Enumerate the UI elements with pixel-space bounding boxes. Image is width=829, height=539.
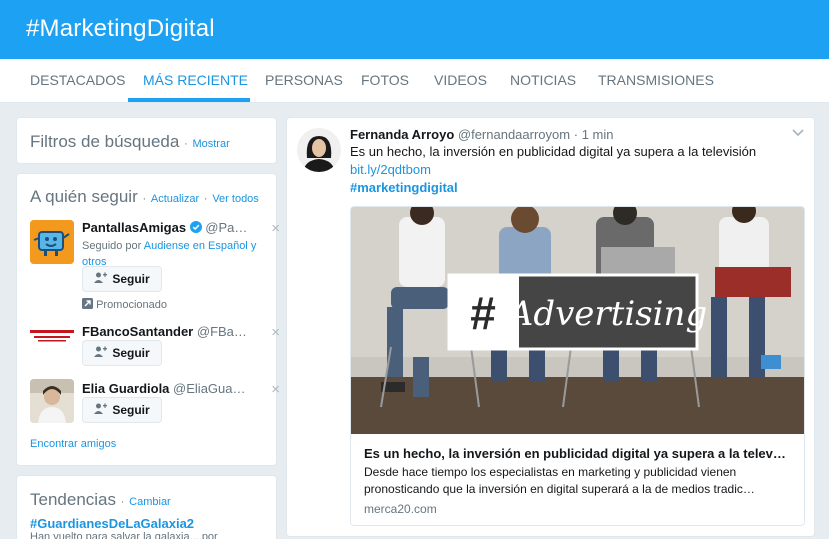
promoted-text: Promocionado (96, 299, 167, 311)
preview-image: # Advertising (351, 207, 804, 434)
trends-title: Tendencias · Cambiar (30, 490, 171, 510)
preview-description: Desde hace tiempo los especialistas en m… (364, 465, 755, 496)
banner-hash-text: # (470, 287, 496, 339)
follow-button[interactable]: Seguir (82, 266, 162, 292)
tab-personas[interactable]: PERSONAS (265, 72, 343, 88)
page-title: #MarketingDigital (26, 15, 215, 42)
find-friends-link[interactable]: Encontrar amigos (30, 438, 116, 450)
trends-card: Tendencias · Cambiar #GuardianesDeLaGala… (16, 475, 277, 539)
followed-by-link[interactable]: Audiense en Español (144, 240, 248, 252)
tweet-separator: · (573, 127, 579, 142)
change-trends-link[interactable]: Cambiar (129, 496, 171, 508)
verified-badge-icon (189, 221, 202, 233)
banner-word-text: Advertising (506, 294, 707, 334)
tab-mas-reciente[interactable]: MÁS RECIENTE (143, 72, 248, 88)
follow-suggestion: FBancoSantander @FBa… × Seguir (30, 320, 280, 366)
link-preview-card[interactable]: # Advertising Es un hecho, la inversión … (350, 206, 805, 526)
tweet-author-name: Fernanda Arroyo (350, 127, 455, 142)
suggestion-handle: @FBa… (196, 324, 247, 339)
avatar[interactable] (30, 379, 74, 423)
follow-button[interactable]: Seguir (82, 340, 162, 366)
suggestion-name-text: FBancoSantander (82, 324, 194, 339)
preview-domain: merca20.com (364, 502, 437, 516)
follow-button-label: Seguir (112, 403, 150, 417)
view-all-link[interactable]: Ver todos (212, 193, 258, 205)
promoted-label: Promocionado (82, 298, 167, 311)
person-plus-icon (94, 272, 108, 286)
tweet-timestamp[interactable]: 1 min (582, 127, 614, 142)
trends-title-text: Tendencias (30, 490, 117, 509)
follow-button-label: Seguir (112, 272, 150, 286)
avatar[interactable] (30, 320, 74, 364)
who-to-follow-card: A quién seguir · Actualizar · Ver todos … (16, 173, 280, 466)
suggestion-name[interactable]: FBancoSantander @FBa… (82, 324, 247, 339)
suggestion-name[interactable]: Elia Guardiola @EliaGua… (82, 381, 246, 396)
user-photo-icon (30, 379, 74, 423)
tab-fotos[interactable]: FOTOS (361, 72, 409, 88)
suggestion-handle: @EliaGua… (173, 381, 246, 396)
tweet[interactable]: Fernanda Arroyo @fernandaarroyom · 1 min… (286, 117, 815, 537)
filters-separator: · (184, 138, 188, 150)
trend-item[interactable]: #GuardianesDeLaGalaxia2 (30, 516, 194, 531)
pantallas-logo-icon (30, 220, 74, 264)
user-photo-icon (297, 128, 341, 172)
wtf-separator-2: · (203, 193, 208, 205)
who-to-follow-title: A quién seguir · Actualizar · Ver todos (30, 187, 259, 207)
avatar[interactable] (30, 220, 74, 264)
follow-button[interactable]: Seguir (82, 397, 162, 423)
chevron-down-icon[interactable] (792, 124, 804, 140)
promoted-arrow-icon (82, 298, 93, 309)
close-icon[interactable]: × (271, 381, 280, 398)
trends-separator: · (120, 496, 125, 508)
follow-suggestion: PantallasAmigas @Pa… × Seguido por Audie… (30, 218, 280, 311)
trend-description: Han vuelto para salvar la galaxia... por (30, 531, 218, 539)
tab-noticias[interactable]: NOTICIAS (510, 72, 576, 88)
banco-santander-logo-icon (30, 330, 74, 342)
wtf-separator-1: · (142, 193, 147, 205)
tweet-author-handle: @fernandaarroyom (457, 127, 571, 142)
search-header: #MarketingDigital (0, 0, 829, 59)
tweet-link[interactable]: bit.ly/2qdtbom (350, 162, 431, 177)
active-tab-indicator (128, 98, 250, 102)
tweet-author[interactable]: Fernanda Arroyo @fernandaarroyom · 1 min (350, 127, 613, 142)
followed-by-prefix: Seguido por (82, 240, 142, 252)
search-tabs: DESTACADOS MÁS RECIENTE PERSONAS FOTOS V… (0, 59, 829, 103)
who-to-follow-title-text: A quién seguir (30, 187, 138, 206)
preview-title: Es un hecho, la inversión en publicidad … (364, 446, 786, 461)
close-icon[interactable]: × (271, 324, 280, 341)
person-plus-icon (94, 403, 108, 417)
tweet-text: Es un hecho, la inversión en publicidad … (350, 144, 757, 159)
suggestion-name-text: PantallasAmigas (82, 220, 187, 235)
tab-transmisiones[interactable]: TRANSMISIONES (598, 72, 714, 88)
tweet-hashtag[interactable]: #marketingdigital (350, 180, 458, 195)
suggestion-name-text: Elia Guardiola (82, 381, 170, 396)
suggestion-name[interactable]: PantallasAmigas @Pa… (82, 220, 247, 235)
filters-title-text: Filtros de búsqueda (30, 132, 180, 151)
filters-title: Filtros de búsqueda · Mostrar (30, 132, 230, 152)
refresh-suggestions-link[interactable]: Actualizar (151, 193, 199, 205)
person-plus-icon (94, 346, 108, 360)
show-filters-link[interactable]: Mostrar (192, 138, 229, 150)
search-filters-card: Filtros de búsqueda · Mostrar (16, 117, 277, 164)
avatar[interactable] (297, 128, 341, 172)
suggestion-handle: @Pa… (205, 220, 248, 235)
tab-videos[interactable]: VIDEOS (434, 72, 487, 88)
follow-button-label: Seguir (112, 346, 150, 360)
close-icon[interactable]: × (271, 220, 280, 237)
tab-destacados[interactable]: DESTACADOS (30, 72, 125, 88)
follow-suggestion: Elia Guardiola @EliaGua… × Seguir (30, 377, 280, 423)
